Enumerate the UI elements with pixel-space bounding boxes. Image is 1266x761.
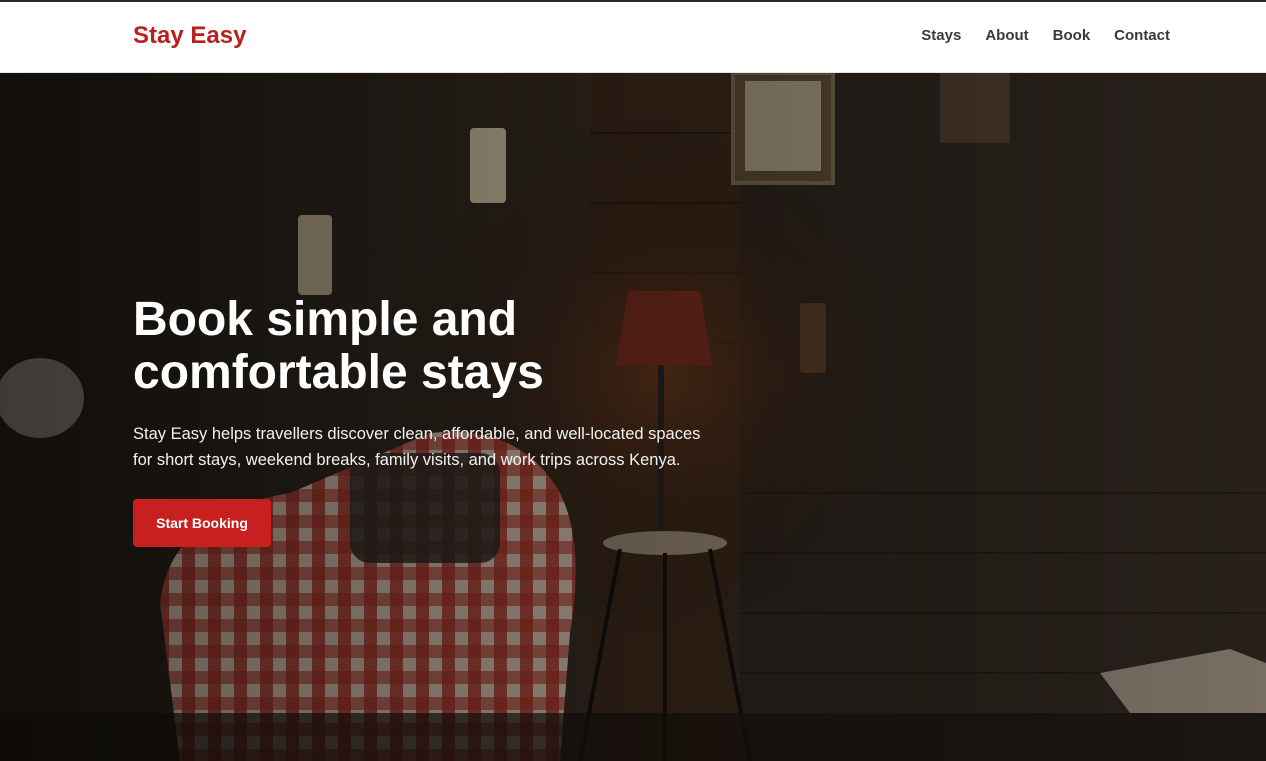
hero-section: Book simple and comfortable stays Stay E… [0, 73, 1266, 761]
start-booking-button[interactable]: Start Booking [133, 499, 271, 547]
hero-title: Book simple and comfortable stays [133, 293, 544, 399]
nav-link-stays[interactable]: Stays [921, 27, 961, 45]
nav-link-contact[interactable]: Contact [1114, 27, 1170, 45]
nav-link-book[interactable]: Book [1053, 27, 1091, 45]
main-nav: Stays About Book Contact [921, 27, 1170, 45]
hero-content: Book simple and comfortable stays Stay E… [133, 293, 733, 547]
hero-description: Stay Easy helps travellers discover clea… [133, 425, 701, 469]
nav-link-about[interactable]: About [985, 27, 1028, 45]
brand-logo[interactable]: Stay Easy [133, 22, 246, 50]
site-header: Stay Easy Stays About Book Contact [0, 2, 1266, 73]
